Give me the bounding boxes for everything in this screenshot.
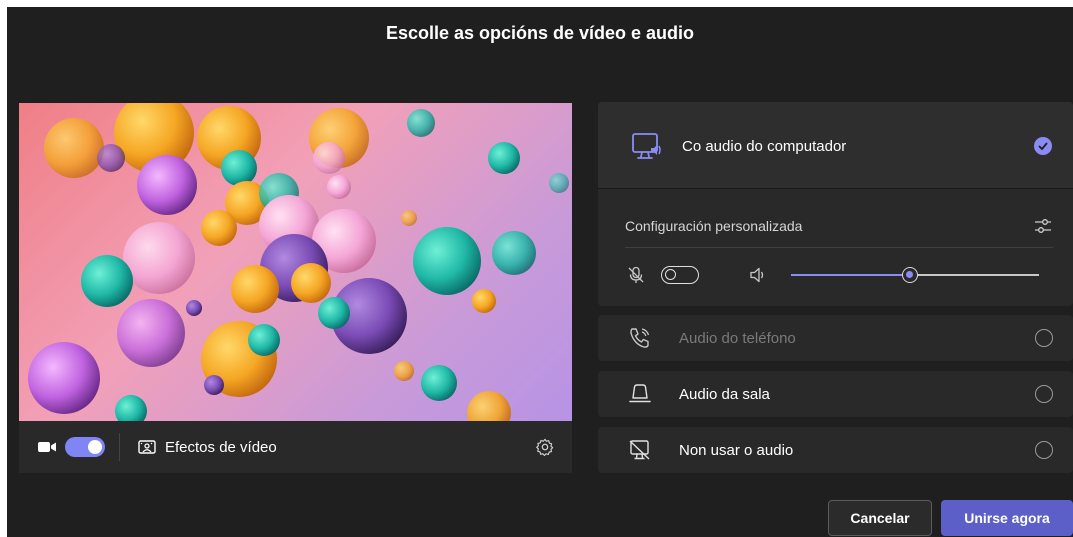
no-audio-icon xyxy=(629,440,650,460)
mic-toggle[interactable] xyxy=(661,266,699,284)
phone-audio-icon xyxy=(630,328,650,348)
video-effects-label: Efectos de vídeo xyxy=(165,438,277,456)
camera-icon[interactable] xyxy=(37,437,57,457)
join-dialog: Escolle as opcións de vídeo e audio Efec… xyxy=(7,7,1073,537)
camera-toggle-knob xyxy=(88,440,102,454)
video-effects-icon xyxy=(138,440,156,454)
computer-audio-label: Co audio do computador xyxy=(682,138,847,155)
custom-settings-label: Configuración personalizada xyxy=(625,218,803,234)
camera-toggle[interactable] xyxy=(65,437,105,457)
room-audio-label: Audio da sala xyxy=(679,386,770,403)
no-audio-radio[interactable] xyxy=(1035,441,1053,459)
phone-audio-option[interactable]: Audio do teléfono xyxy=(598,315,1073,361)
selected-check-icon xyxy=(1034,137,1052,155)
computer-audio-icon xyxy=(632,133,661,159)
phone-audio-radio[interactable] xyxy=(1035,329,1053,347)
mic-off-icon xyxy=(628,266,644,283)
video-controls-bar: Efectos de vídeo xyxy=(19,421,572,473)
dialog-title: Escolle as opcións de vídeo e audio xyxy=(385,23,695,43)
slider-fill xyxy=(791,274,911,276)
device-settings-icon[interactable] xyxy=(1033,216,1053,236)
mic-toggle-knob xyxy=(665,269,676,280)
computer-audio-option[interactable]: Co audio do computador xyxy=(598,102,1073,189)
speaker-volume-slider[interactable] xyxy=(791,267,1039,283)
video-background-image xyxy=(28,103,569,421)
speaker-icon xyxy=(750,267,764,283)
video-preview xyxy=(19,103,572,421)
no-audio-option[interactable]: Non usar o audio xyxy=(598,427,1073,473)
divider xyxy=(119,433,120,461)
video-effects-button[interactable]: Efectos de vídeo xyxy=(138,439,277,456)
settings-gear-icon[interactable] xyxy=(536,438,554,456)
phone-audio-label: Audio do teléfono xyxy=(679,330,796,347)
slider-thumb[interactable] xyxy=(902,267,919,283)
cancel-button[interactable]: Cancelar xyxy=(828,500,932,536)
no-audio-label: Non usar o audio xyxy=(679,442,794,459)
computer-audio-panel: Co audio do computador Configuración per… xyxy=(598,102,1073,306)
room-audio-icon xyxy=(629,384,651,403)
room-audio-option[interactable]: Audio da sala xyxy=(598,371,1073,417)
divider xyxy=(625,247,1053,248)
join-now-button[interactable]: Unirse agora xyxy=(941,500,1073,536)
room-audio-radio[interactable] xyxy=(1035,385,1053,403)
